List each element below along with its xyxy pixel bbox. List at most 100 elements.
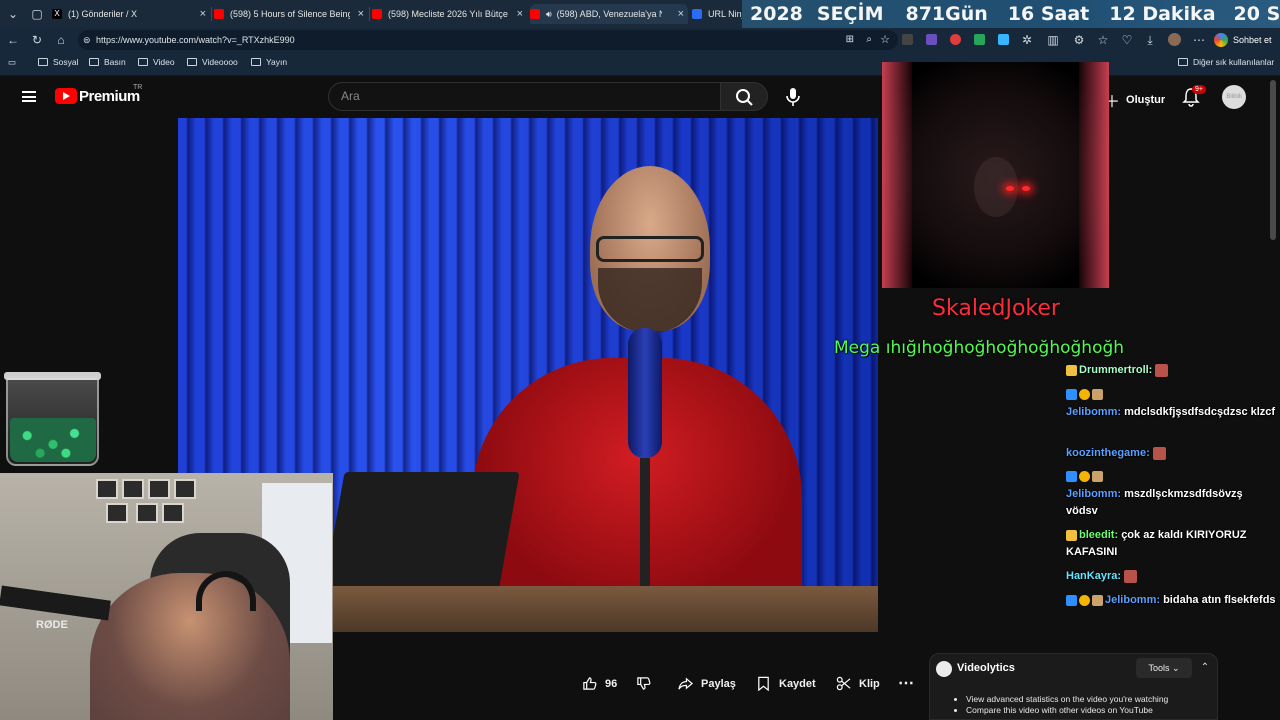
bookmark-folder-video[interactable]: Video	[138, 57, 175, 67]
tab-youtube-silence[interactable]: (598) 5 Hours of Silence Being Ran ×	[214, 4, 368, 24]
streamer-webcam: RØDE	[0, 473, 333, 720]
bookmark-folder-yayin[interactable]: Yayın	[251, 57, 287, 67]
tab-label: (598) ABD, Venezuela'ya Neden	[556, 9, 662, 19]
countdown-hours: 16 Saat	[1007, 3, 1090, 25]
chat-message: Jelibomm: mszdlşckmzsdfdsövzş vödsv	[1066, 486, 1276, 520]
url-field[interactable]: ⊜ https://www.youtube.com/watch?v=_RTXzh…	[78, 30, 898, 50]
chat-username: Drummertroll:	[1079, 364, 1153, 376]
close-icon[interactable]: ×	[200, 8, 206, 20]
home-icon[interactable]: ⌂	[54, 33, 68, 47]
collections-icon[interactable]: ♡	[1120, 33, 1134, 47]
chevron-up-icon[interactable]: ⌃	[1196, 659, 1214, 677]
dislike-button[interactable]	[636, 676, 659, 691]
countdown-year: 2028	[750, 3, 803, 25]
chat-message: Jelibomm: bidaha atın flsekfefds	[1066, 592, 1276, 609]
search-button[interactable]	[720, 82, 768, 111]
extension-icon[interactable]	[998, 34, 1009, 45]
tools-label: Tools	[1148, 663, 1170, 673]
share-icon	[678, 677, 693, 690]
youtube-logo-icon[interactable]	[55, 88, 77, 104]
hamburger-menu-icon[interactable]	[22, 91, 36, 102]
save-button[interactable]: Kaydet	[756, 676, 816, 691]
bookmark-label: Diğer sık kullanılanlar	[1193, 57, 1275, 67]
bookmark-label: Basın	[104, 57, 126, 67]
page-scrollbar[interactable]	[1270, 80, 1276, 240]
videolytics-title: Videolytics	[957, 662, 1015, 674]
puzzle-extensions-icon[interactable]: ✲	[1020, 33, 1034, 47]
bookmark-label: Video	[153, 57, 175, 67]
presenter-glasses	[596, 236, 704, 262]
settings-icon[interactable]: ⚙	[1072, 33, 1086, 47]
folder-icon	[187, 58, 197, 66]
extension-icon[interactable]	[950, 34, 961, 45]
youtube-premium-brand[interactable]: Premium	[79, 88, 140, 105]
tab-x[interactable]: X (1) Gönderiler / X ×	[52, 4, 210, 24]
speaker-icon[interactable]: 🔊︎	[546, 9, 552, 20]
like-button[interactable]: 96	[582, 676, 617, 691]
split-view-icon[interactable]: ▥	[1046, 33, 1060, 47]
bookmark-label: Sosyal	[53, 57, 79, 67]
tab-youtube-venezuela-active[interactable]: 🔊︎ (598) ABD, Venezuela'ya Neden ×	[530, 4, 688, 24]
chat-message: HanKayra:	[1066, 568, 1276, 585]
list-item: Compare this video with other videos on …	[966, 705, 1214, 716]
videolytics-panel: Videolytics Tools ⌄ ⌃ View advanced stat…	[929, 653, 1218, 720]
create-button[interactable]: ＋ Oluştur	[1104, 88, 1165, 112]
scissors-icon	[836, 676, 851, 691]
bookmark-folder-videoooo[interactable]: Videoooo	[187, 57, 238, 67]
folder-icon	[138, 58, 148, 66]
close-icon[interactable]: ×	[358, 8, 364, 20]
close-icon[interactable]: ×	[678, 8, 684, 20]
voice-search-button[interactable]	[778, 82, 808, 112]
studio-microphone	[628, 328, 662, 458]
bookmark-star-icon[interactable]: ☆	[880, 30, 890, 50]
address-bar-row: ← ↻ ⌂ ⊜ https://www.youtube.com/watch?v=…	[0, 28, 1280, 52]
more-actions-button[interactable]: ⋯	[898, 673, 914, 693]
search-input[interactable]: Ara	[328, 82, 721, 111]
app-icon[interactable]: ⊞	[846, 30, 854, 50]
tab-url-ninja[interactable]: URL Ninja	[692, 4, 744, 24]
videolytics-feature-list: View advanced statistics on the video yo…	[954, 694, 1214, 716]
chat-badges	[1066, 468, 1276, 485]
emote-icon	[1155, 363, 1169, 377]
bookmark-label: Videoooo	[202, 57, 238, 67]
sub-badge-icon	[1092, 594, 1103, 606]
account-avatar[interactable]: Bilibili	[1222, 85, 1246, 109]
notifications-badge: 9+	[1192, 85, 1206, 94]
share-button[interactable]: Paylaş	[678, 676, 736, 691]
extension-icon[interactable]	[974, 34, 985, 45]
bookmark-folder-sosyal[interactable]: Sosyal	[38, 57, 79, 67]
more-menu-icon[interactable]: ⋯	[1192, 33, 1206, 47]
workspaces-icon[interactable]: ▢	[30, 7, 44, 21]
profile-avatar[interactable]	[1168, 33, 1181, 46]
zoom-icon[interactable]: ⌕	[866, 30, 872, 50]
tab-youtube-meclis[interactable]: (598) Mecliste 2026 Yılı Bütçe Kanu ×	[372, 4, 527, 24]
site-info-icon[interactable]: ⊜	[83, 30, 91, 50]
bookmark-folder-other[interactable]: Diğer sık kullanılanlar	[1178, 57, 1274, 67]
back-icon[interactable]: ←	[6, 33, 20, 47]
emote-icon	[1152, 446, 1166, 460]
microphone-icon	[786, 88, 800, 106]
reload-icon[interactable]: ↻	[30, 33, 44, 47]
clip-label: Klip	[859, 677, 880, 690]
downloads-icon[interactable]: ⤓	[1143, 33, 1157, 47]
extension-icon[interactable]	[926, 34, 937, 45]
chat-text: bidaha atın flsekfefds	[1163, 594, 1276, 606]
tier-badge-icon	[1079, 388, 1090, 400]
chat-username: Jelibomm:	[1066, 488, 1122, 500]
create-label: Oluştur	[1126, 94, 1166, 106]
tab-list-chevron-icon[interactable]: ⌄	[6, 7, 20, 21]
tools-dropdown[interactable]: Tools ⌄	[1136, 658, 1192, 678]
bookmark-folder-basin[interactable]: Basın	[89, 57, 126, 67]
sword-badge-icon	[1066, 388, 1077, 400]
extension-icon[interactable]	[902, 34, 913, 45]
close-icon[interactable]: ×	[517, 8, 523, 20]
folder-icon	[38, 58, 48, 66]
tab-label: URL Ninja	[708, 9, 744, 19]
copilot-chat-button[interactable]: Sohbet et	[1214, 30, 1276, 50]
thumbs-up-icon	[583, 677, 597, 690]
reading-list-icon[interactable]: ▭	[8, 57, 16, 68]
favorites-icon[interactable]: ☆	[1096, 33, 1110, 47]
list-item: View advanced statistics on the video yo…	[966, 694, 1214, 705]
clip-button[interactable]: Klip	[836, 676, 880, 691]
wall-photos	[96, 479, 208, 529]
